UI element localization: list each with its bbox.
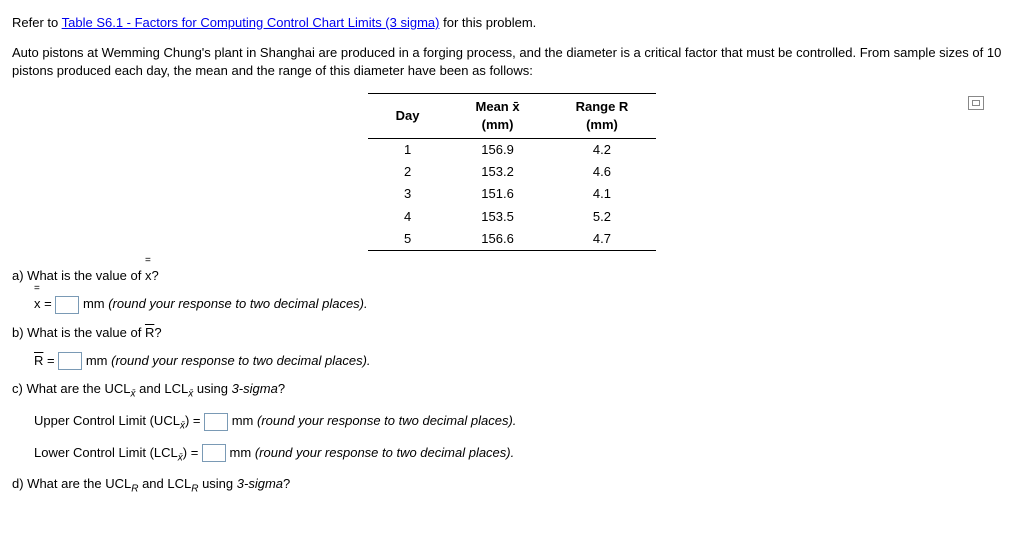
- popup-icon[interactable]: [968, 96, 984, 110]
- xbarbar-input[interactable]: [55, 296, 79, 314]
- answer-a: x = mm (round your response to two decim…: [34, 295, 1012, 314]
- answer-c-ucl: Upper Control Limit (UCLx̄) = mm (round …: [34, 412, 1012, 434]
- intro-line: Refer to Table S6.1 - Factors for Comput…: [12, 14, 1012, 32]
- col-mean: Mean x̄ (mm): [448, 93, 548, 138]
- reference-link[interactable]: Table S6.1 - Factors for Computing Contr…: [62, 15, 440, 30]
- table-row: 5156.64.7: [368, 228, 657, 251]
- col-range: Range R (mm): [548, 93, 657, 138]
- question-b: b) What is the value of R?: [12, 324, 1012, 342]
- rbar-input[interactable]: [58, 352, 82, 370]
- col-day: Day: [368, 93, 448, 138]
- question-c: c) What are the UCLx̄ and LCLx̄ using 3-…: [12, 380, 1012, 402]
- intro-suffix: for this problem.: [439, 15, 536, 30]
- answer-b: R = mm (round your response to two decim…: [34, 352, 1012, 371]
- table-row: 1156.94.2: [368, 138, 657, 161]
- intro-prefix: Refer to: [12, 15, 62, 30]
- scenario-text: Auto pistons at Wemming Chung's plant in…: [12, 44, 1012, 80]
- table-row: 3151.64.1: [368, 183, 657, 205]
- data-table: Day Mean x̄ (mm) Range R (mm) 1156.94.2 …: [368, 93, 657, 251]
- ucl-x-input[interactable]: [204, 413, 228, 431]
- question-d: d) What are the UCLR and LCLR using 3-si…: [12, 475, 1012, 497]
- table-row: 2153.24.6: [368, 161, 657, 183]
- table-row: 4153.55.2: [368, 206, 657, 228]
- question-a: a) What is the value of x?: [12, 267, 1012, 285]
- answer-c-lcl: Lower Control Limit (LCLx̄) = mm (round …: [34, 444, 1012, 466]
- lcl-x-input[interactable]: [202, 444, 226, 462]
